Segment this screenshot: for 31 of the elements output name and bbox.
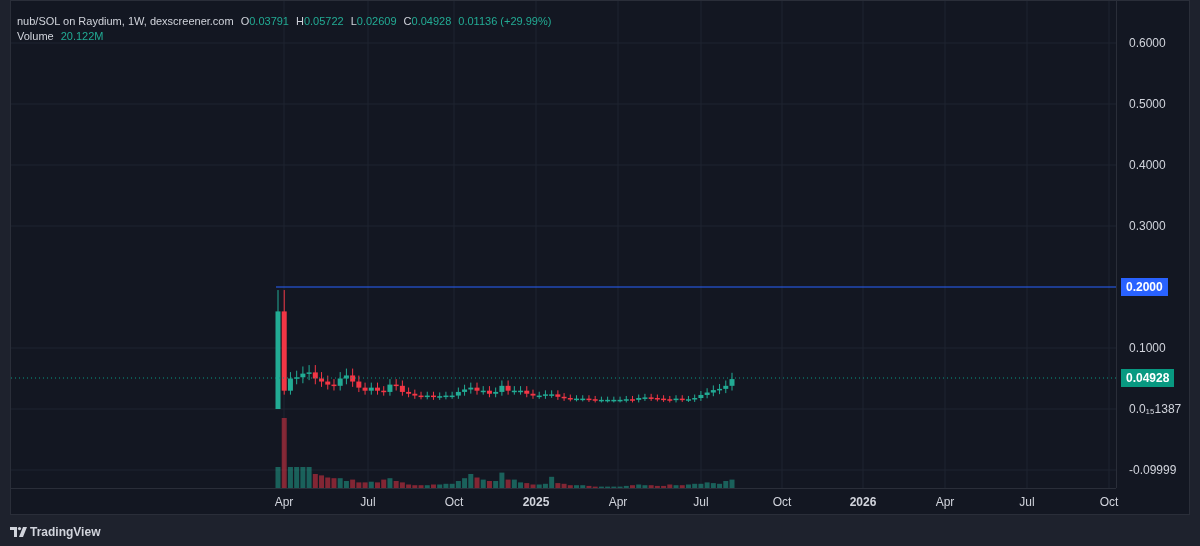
time-tick-label: 2025 <box>522 495 550 509</box>
brand-name: TradingView <box>30 524 101 541</box>
time-tick-label: Oct <box>1099 495 1119 509</box>
price-tick-label: 0.0₁₅1387 <box>1129 402 1182 416</box>
price-tick-label: 0.5000 <box>1129 97 1166 111</box>
time-tick-label: Jul <box>1019 495 1035 509</box>
ohlc-value: L0.02609 <box>350 14 397 29</box>
ohlc-value: C0.04928 <box>403 14 452 29</box>
time-tick-label: Jul <box>360 495 376 509</box>
volume-label: Volume <box>17 29 54 44</box>
price-marker-label: 0.2000 <box>1121 278 1168 296</box>
time-tick-label: Apr <box>935 495 955 509</box>
ohlc-value: H0.05722 <box>296 14 344 29</box>
price-change: 0.01136 (+29.99%) <box>458 14 552 29</box>
time-tick-label: Oct <box>772 495 792 509</box>
price-tick-label: 0.6000 <box>1129 36 1166 50</box>
price-marker-label: 0.04928 <box>1121 369 1175 387</box>
time-tick-label: Oct <box>444 495 464 509</box>
price-tick-label: 0.4000 <box>1129 158 1166 172</box>
time-tick-label: 2026 <box>849 495 877 509</box>
time-tick-label: Apr <box>608 495 628 509</box>
symbol-title: nub/SOL on Raydium, 1W, dexscreener.com <box>17 14 234 29</box>
time-tick-label: Jul <box>693 495 709 509</box>
horizontal-price-line[interactable] <box>275 286 1116 288</box>
ohlc-value: O0.03791 <box>240 14 289 29</box>
price-tick-label: 0.3000 <box>1129 219 1166 233</box>
brand-logo-icon <box>10 527 27 537</box>
volume-value: 20.122M <box>60 29 104 44</box>
price-tick-label: -0.09999 <box>1129 463 1177 477</box>
time-tick-label: Apr <box>274 495 294 509</box>
price-tick-label: 0.1000 <box>1129 341 1166 355</box>
